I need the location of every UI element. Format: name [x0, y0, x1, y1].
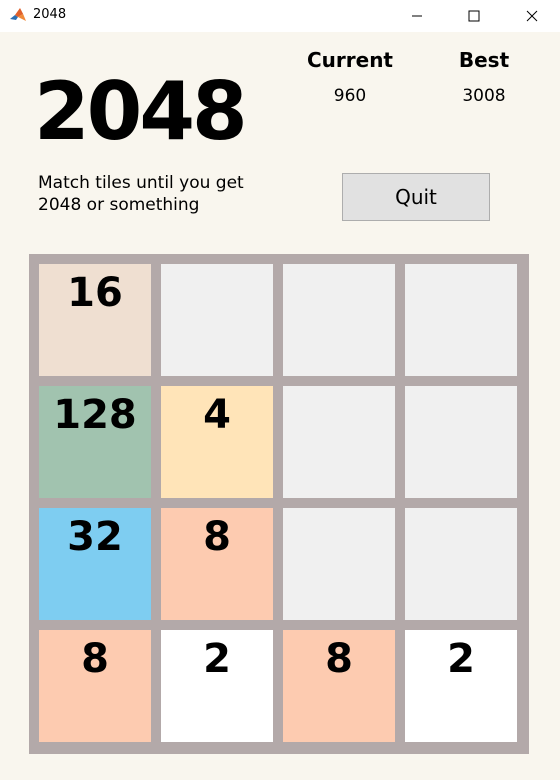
- tile-8: 8: [39, 630, 151, 742]
- tile-8: 8: [161, 508, 273, 620]
- current-score-value: 960: [333, 86, 367, 106]
- close-button[interactable]: [509, 0, 555, 32]
- empty-tile: [283, 264, 395, 376]
- matlab-logo-icon: [9, 6, 27, 24]
- best-score-label: Best: [458, 48, 510, 72]
- maximize-icon: [468, 10, 480, 22]
- tile-4: 4: [161, 386, 273, 498]
- best-score-value: 3008: [462, 86, 506, 106]
- minimize-button[interactable]: [394, 0, 440, 32]
- empty-tile: [405, 386, 517, 498]
- empty-tile: [161, 264, 273, 376]
- tile-8: 8: [283, 630, 395, 742]
- empty-tile: [283, 386, 395, 498]
- game-subtitle: Match tiles until you get 2048 or someth…: [38, 173, 244, 215]
- window-titlebar: 2048: [0, 0, 560, 32]
- game-title: 2048: [34, 65, 248, 158]
- empty-tile: [405, 264, 517, 376]
- close-icon: [526, 10, 538, 22]
- tile-2: 2: [161, 630, 273, 742]
- tile-32: 32: [39, 508, 151, 620]
- current-score-label: Current: [306, 48, 393, 72]
- empty-tile: [405, 508, 517, 620]
- window-title: 2048: [33, 7, 67, 22]
- tile-2: 2: [405, 630, 517, 742]
- minimize-icon: [411, 10, 423, 22]
- tile-16: 16: [39, 264, 151, 376]
- tile-128: 128: [39, 386, 151, 498]
- quit-button[interactable]: Quit: [342, 173, 490, 221]
- game-board: 16 128 4 32 8 8 2 8 2: [29, 254, 529, 754]
- empty-tile: [283, 508, 395, 620]
- maximize-button[interactable]: [451, 0, 497, 32]
